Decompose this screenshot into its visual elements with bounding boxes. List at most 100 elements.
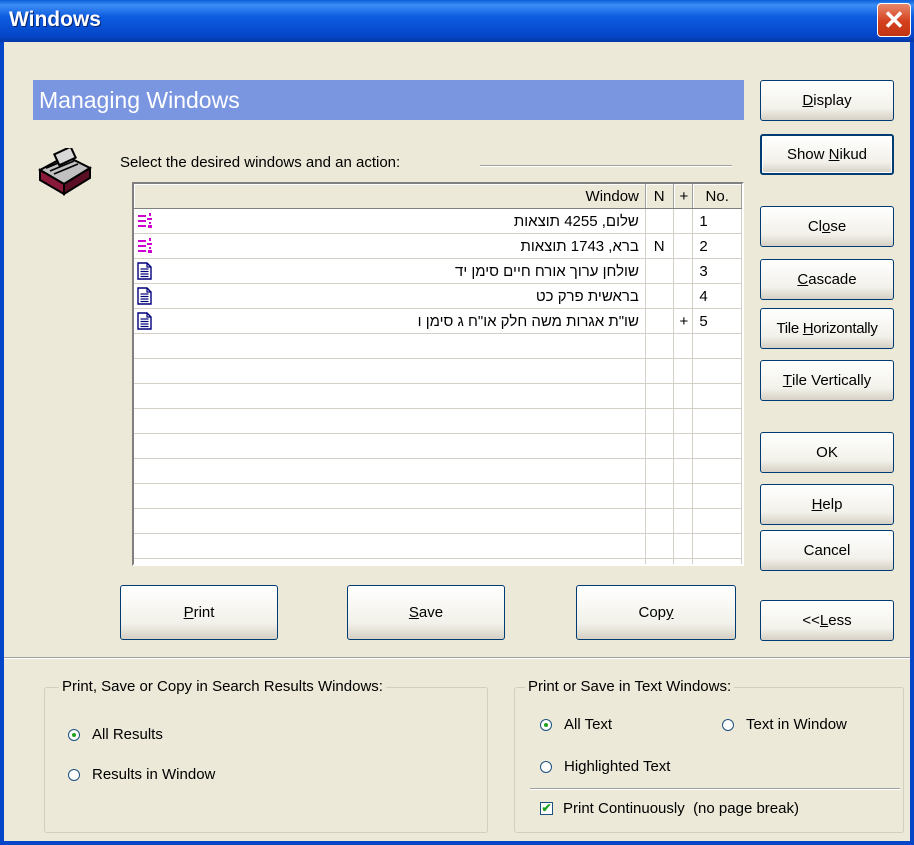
number-cell: 4	[692, 283, 742, 309]
column-header-n[interactable]: N	[645, 184, 674, 209]
show-nikud-label-post: ikud	[839, 146, 868, 163]
divider	[4, 657, 910, 659]
tile-h-label-key: H	[802, 320, 814, 337]
tile-horizontally-button[interactable]: Tile Horizontally	[760, 308, 894, 349]
window-cell	[134, 533, 646, 559]
save-label-key: S	[408, 604, 419, 621]
save-button[interactable]: Save	[347, 585, 505, 640]
copy-button[interactable]: Cop y	[576, 585, 736, 640]
radio-selected-icon	[540, 718, 552, 731]
tile-h-label-pre: Tile	[776, 320, 803, 337]
number-cell	[692, 383, 742, 409]
radio-icon	[722, 718, 734, 731]
table-row[interactable]	[134, 533, 742, 559]
column-header-plus[interactable]: +	[673, 184, 694, 209]
close-icon[interactable]: ✕	[877, 3, 911, 37]
number-cell	[692, 508, 742, 534]
plus-cell	[673, 358, 694, 384]
table-row[interactable]	[134, 358, 742, 384]
divider	[480, 165, 732, 167]
show-nikud-label-key: N	[828, 146, 840, 163]
table-row[interactable]: בראשית פרק כט 4	[134, 283, 742, 309]
close-button[interactable]: Cl o se	[760, 206, 894, 247]
column-header-window[interactable]: Window	[134, 184, 646, 209]
windows-list[interactable]: Window N + No. שלום, 4255 תוצאות 1 ברא, 17…	[132, 182, 744, 566]
radio-selected-icon	[68, 728, 80, 741]
plus-cell	[673, 458, 694, 484]
n-cell	[645, 258, 674, 284]
window-name: ברא, 1743 תוצאות	[520, 237, 639, 255]
help-button[interactable]: Help	[760, 484, 894, 525]
text-windows-group-legend: Print or Save in Text Windows:	[525, 678, 735, 695]
page-title: Managing Windows	[33, 80, 744, 120]
table-row[interactable]	[134, 508, 742, 534]
table-row[interactable]: שולחן ערוך אורח חיים סימן יד 3	[134, 258, 742, 284]
print-continuously-checkbox[interactable]: ✔ Print Continuously (no page break)	[540, 800, 799, 817]
table-row[interactable]	[134, 458, 742, 484]
document-icon	[137, 312, 153, 333]
plus-cell	[673, 533, 694, 559]
window-frame-right	[910, 42, 914, 845]
text-in-window-radio[interactable]: Text in Window	[722, 716, 847, 733]
title-bar[interactable]: Windows ✕	[0, 0, 914, 42]
show-nikud-button[interactable]: Show Nikud	[760, 134, 894, 175]
window-cell	[134, 483, 646, 509]
all-results-radio[interactable]: All Results	[68, 726, 163, 743]
table-row[interactable]	[134, 433, 742, 459]
instruction-label: Select the desired windows and an action…	[120, 154, 401, 171]
less-button[interactable]: << Less	[760, 600, 894, 641]
all-text-radio[interactable]: All Text	[540, 716, 612, 733]
table-row[interactable]	[134, 383, 742, 409]
search-results-icon	[137, 237, 153, 258]
plus-cell	[673, 383, 694, 409]
highlighted-text-radio[interactable]: Highlighted Text	[540, 758, 670, 775]
number-cell	[692, 483, 742, 509]
window-frame-left	[0, 42, 4, 845]
radio-icon	[68, 768, 80, 781]
window-cell: שלום, 4255 תוצאות	[134, 208, 646, 234]
ok-label: OK	[816, 444, 838, 461]
number-cell	[692, 358, 742, 384]
show-nikud-label-pre: Show	[786, 146, 829, 163]
tile-v-label-key: T	[782, 372, 792, 389]
plus-cell	[673, 258, 694, 284]
table-row[interactable]	[134, 408, 742, 434]
display-label-post: isplay	[813, 92, 852, 109]
table-row[interactable]	[134, 483, 742, 509]
window-cell: ברא, 1743 תוצאות	[134, 233, 646, 259]
display-button[interactable]: Display	[760, 80, 894, 121]
save-label-post: ave	[418, 604, 444, 621]
table-row[interactable]: שו"ת אגרות משה חלק או"ח ג סימן ו +5	[134, 308, 742, 334]
number-cell	[692, 408, 742, 434]
plus-cell	[673, 508, 694, 534]
results-in-window-radio[interactable]: Results in Window	[68, 766, 215, 783]
cancel-button[interactable]: Cancel	[760, 530, 894, 571]
window-name: בראשית פרק כט	[535, 287, 639, 305]
number-cell	[692, 433, 742, 459]
number-cell	[692, 558, 742, 564]
n-cell	[645, 408, 674, 434]
cascade-button[interactable]: Cascade	[760, 259, 894, 300]
tile-v-label-post: ile Vertically	[791, 372, 872, 389]
table-row[interactable]: שלום, 4255 תוצאות 1	[134, 208, 742, 234]
less-label-post: ess	[828, 612, 852, 629]
results-in-window-label: Results in Window	[92, 766, 216, 783]
table-row[interactable]	[134, 558, 742, 564]
checkbox-checked-icon: ✔	[540, 801, 553, 815]
cascade-label-post: ascade	[808, 271, 857, 288]
print-button[interactable]: Print	[120, 585, 278, 640]
column-header-no[interactable]: No.	[692, 184, 742, 209]
ok-button[interactable]: OK	[760, 432, 894, 473]
table-row[interactable]	[134, 333, 742, 359]
window-cell	[134, 408, 646, 434]
tile-vertically-button[interactable]: Tile Vertically	[760, 360, 894, 401]
n-cell	[645, 358, 674, 384]
window-cell	[134, 383, 646, 409]
highlighted-text-label: Highlighted Text	[564, 758, 671, 775]
plus-cell	[673, 233, 694, 259]
n-cell	[645, 383, 674, 409]
table-row[interactable]: ברא, 1743 תוצאות N 2	[134, 233, 742, 259]
n-cell	[645, 308, 674, 334]
window-cell	[134, 433, 646, 459]
n-cell	[645, 508, 674, 534]
